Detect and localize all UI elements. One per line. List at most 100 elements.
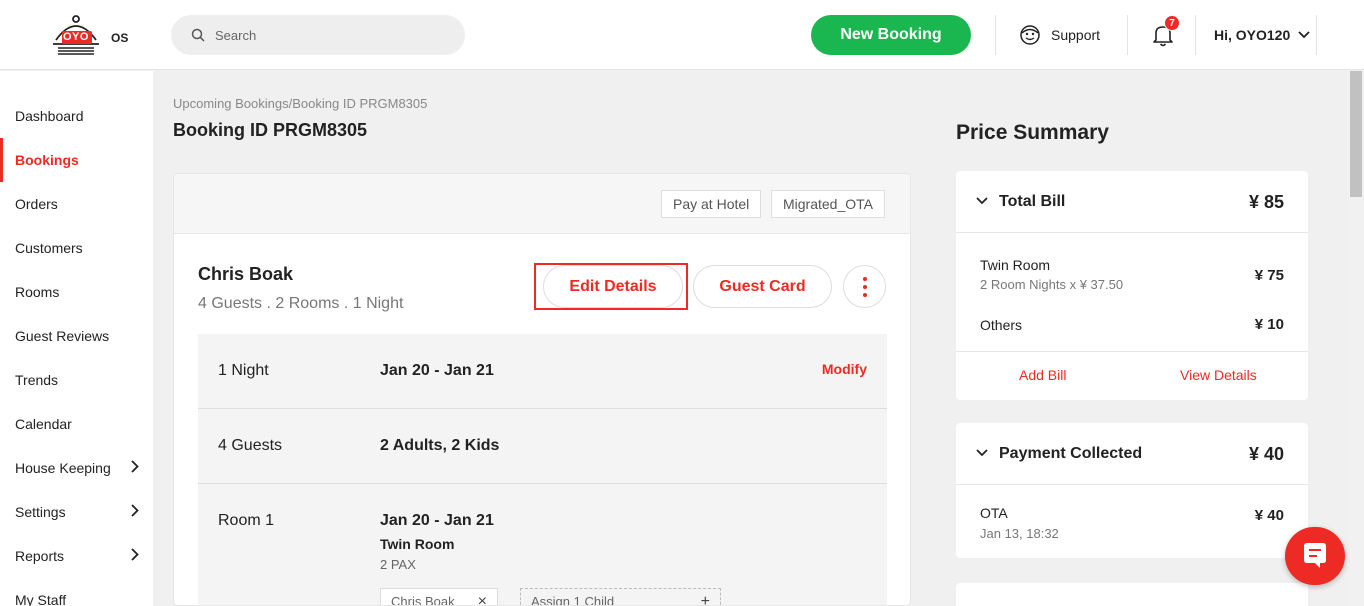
payment-collected-amount: ¥ 40: [1248, 444, 1284, 464]
sidebar-item-my-staff[interactable]: My Staff: [0, 578, 153, 606]
room-label: Room 1: [218, 512, 275, 529]
assign-child-slot[interactable]: Assign 1 Child +: [520, 588, 721, 606]
payment-collected-card: Payment Collected ¥ 40 OTA Jan 13, 18:32…: [956, 423, 1308, 558]
search-bar[interactable]: [171, 15, 465, 55]
logo-suffix: OS: [111, 31, 129, 45]
nights-row: 1 Night Jan 20 - Jan 21 Modify: [198, 334, 887, 409]
sidebar-item-label: Calendar: [15, 416, 72, 432]
logo-text: OYO: [63, 31, 89, 43]
support-link[interactable]: Support: [1019, 24, 1100, 46]
chevron-right-icon: [131, 460, 139, 473]
assigned-guest-name: Chris Boak: [391, 594, 455, 606]
sidebar-item-dashboard[interactable]: Dashboard: [0, 94, 153, 138]
room-charge-detail: 2 Room Nights x ¥ 37.50: [980, 277, 1124, 292]
header-divider: [1195, 15, 1196, 55]
room-dates: Jan 20 - Jan 21: [380, 512, 494, 529]
notification-badge: 7: [1164, 15, 1180, 31]
sidebar-item-reports[interactable]: Reports: [0, 534, 153, 578]
sidebar-item-guest-reviews[interactable]: Guest Reviews: [0, 314, 153, 358]
chat-icon: [1304, 543, 1326, 568]
plus-icon: +: [700, 593, 710, 606]
header-divider: [995, 15, 996, 55]
breadcrumb-current: Booking ID PRGM8305: [292, 96, 428, 111]
chevron-down-icon: [1298, 31, 1310, 39]
new-booking-button[interactable]: New Booking: [811, 15, 971, 55]
payment-collected-label: Payment Collected: [999, 445, 1143, 462]
sidebar-item-rooms[interactable]: Rooms: [0, 270, 153, 314]
room-type: Twin Room: [380, 536, 455, 552]
guest-name: Chris Boak: [198, 264, 294, 284]
sidebar-item-label: Rooms: [15, 284, 60, 300]
chat-button[interactable]: [1285, 527, 1345, 585]
sidebar-item-house-keeping[interactable]: House Keeping: [0, 446, 153, 490]
booking-card-header: Pay at Hotel Migrated_OTA: [174, 174, 910, 234]
stay-details: 1 Night Jan 20 - Jan 21 Modify 4 Guests …: [198, 334, 887, 606]
total-bill-label: Total Bill: [999, 193, 1066, 210]
sidebar-item-label: Customers: [15, 240, 83, 256]
source-tag: Migrated_OTA: [771, 190, 885, 218]
sidebar: Dashboard Bookings Orders Customers Room…: [0, 71, 153, 606]
room-charge-amount: ¥ 75: [1254, 267, 1284, 284]
top-header: OYO OS New Booking Support 7 Hi, OYO120: [0, 0, 1364, 70]
sidebar-item-customers[interactable]: Customers: [0, 226, 153, 270]
chevron-right-icon: [131, 548, 139, 561]
breadcrumb-link[interactable]: Upcoming Bookings: [173, 96, 289, 111]
total-bill-amount: ¥ 85: [1248, 192, 1284, 212]
sidebar-item-label: Trends: [15, 372, 59, 388]
page-title: Booking ID PRGM8305: [173, 120, 368, 140]
more-dot: [863, 293, 867, 297]
header-divider: [1316, 15, 1317, 55]
more-dot: [863, 285, 867, 289]
more-dot: [863, 277, 867, 281]
user-greeting: Hi, OYO120: [1214, 27, 1291, 43]
add-bill-link[interactable]: Add Bill: [1019, 367, 1066, 383]
sidebar-item-label: Dashboard: [15, 108, 84, 124]
view-details-link[interactable]: View Details: [1180, 367, 1257, 383]
sidebar-item-bookings[interactable]: Bookings: [0, 138, 153, 182]
divider: [956, 351, 1308, 352]
assigned-guest-chip: Chris Boak ×: [380, 588, 498, 606]
payment-source: OTA: [980, 505, 1008, 521]
sidebar-item-label: Bookings: [15, 152, 79, 168]
payment-date: Jan 13, 18:32: [980, 526, 1059, 541]
chevron-right-icon: [131, 504, 139, 517]
sidebar-item-orders[interactable]: Orders: [0, 182, 153, 226]
sidebar-item-label: My Staff: [15, 592, 67, 606]
more-options-button[interactable]: [843, 265, 886, 308]
chevron-down-icon: [976, 449, 988, 457]
chevron-down-icon: [976, 197, 988, 205]
guests-value: 2 Adults, 2 Kids: [380, 437, 500, 454]
sidebar-item-label: Reports: [15, 548, 65, 564]
room-pax: 2 PAX: [380, 557, 416, 572]
sidebar-item-label: House Keeping: [15, 460, 111, 476]
payment-collected-header[interactable]: Payment Collected ¥ 40: [956, 423, 1308, 485]
modify-link[interactable]: Modify: [822, 361, 867, 377]
sidebar-item-label: Guest Reviews: [15, 328, 110, 344]
sidebar-item-settings[interactable]: Settings: [0, 490, 153, 534]
edit-details-button[interactable]: Edit Details: [543, 265, 683, 308]
nights-label: 1 Night: [218, 362, 269, 379]
sidebar-item-label: Orders: [15, 196, 58, 212]
breadcrumb: Upcoming Bookings/Booking ID PRGM8305: [173, 96, 427, 111]
payment-source-amount: ¥ 40: [1254, 507, 1284, 524]
search-icon: [191, 28, 205, 42]
total-bill-header[interactable]: Total Bill ¥ 85: [956, 171, 1308, 233]
sidebar-item-trends[interactable]: Trends: [0, 358, 153, 402]
support-agent-icon: [1020, 25, 1040, 45]
guests-row: 4 Guests 2 Adults, 2 Kids: [198, 409, 887, 484]
user-menu[interactable]: Hi, OYO120: [1214, 27, 1310, 43]
others-amount: ¥ 10: [1254, 316, 1284, 333]
header-divider: [1127, 15, 1128, 55]
page-scrollbar[interactable]: [1348, 71, 1364, 606]
search-input[interactable]: [215, 27, 445, 43]
scrollbar-thumb[interactable]: [1350, 71, 1362, 197]
sidebar-item-calendar[interactable]: Calendar: [0, 402, 153, 446]
guest-card-button[interactable]: Guest Card: [693, 265, 832, 308]
next-summary-card: [956, 583, 1308, 606]
assign-child-label: Assign 1 Child: [531, 594, 615, 606]
guest-summary: 4 Guests . 2 Rooms . 1 Night: [198, 295, 404, 312]
support-label: Support: [1051, 27, 1101, 43]
price-summary-title: Price Summary: [956, 121, 1109, 144]
others-label: Others: [980, 317, 1023, 333]
close-icon[interactable]: ×: [478, 589, 487, 605]
